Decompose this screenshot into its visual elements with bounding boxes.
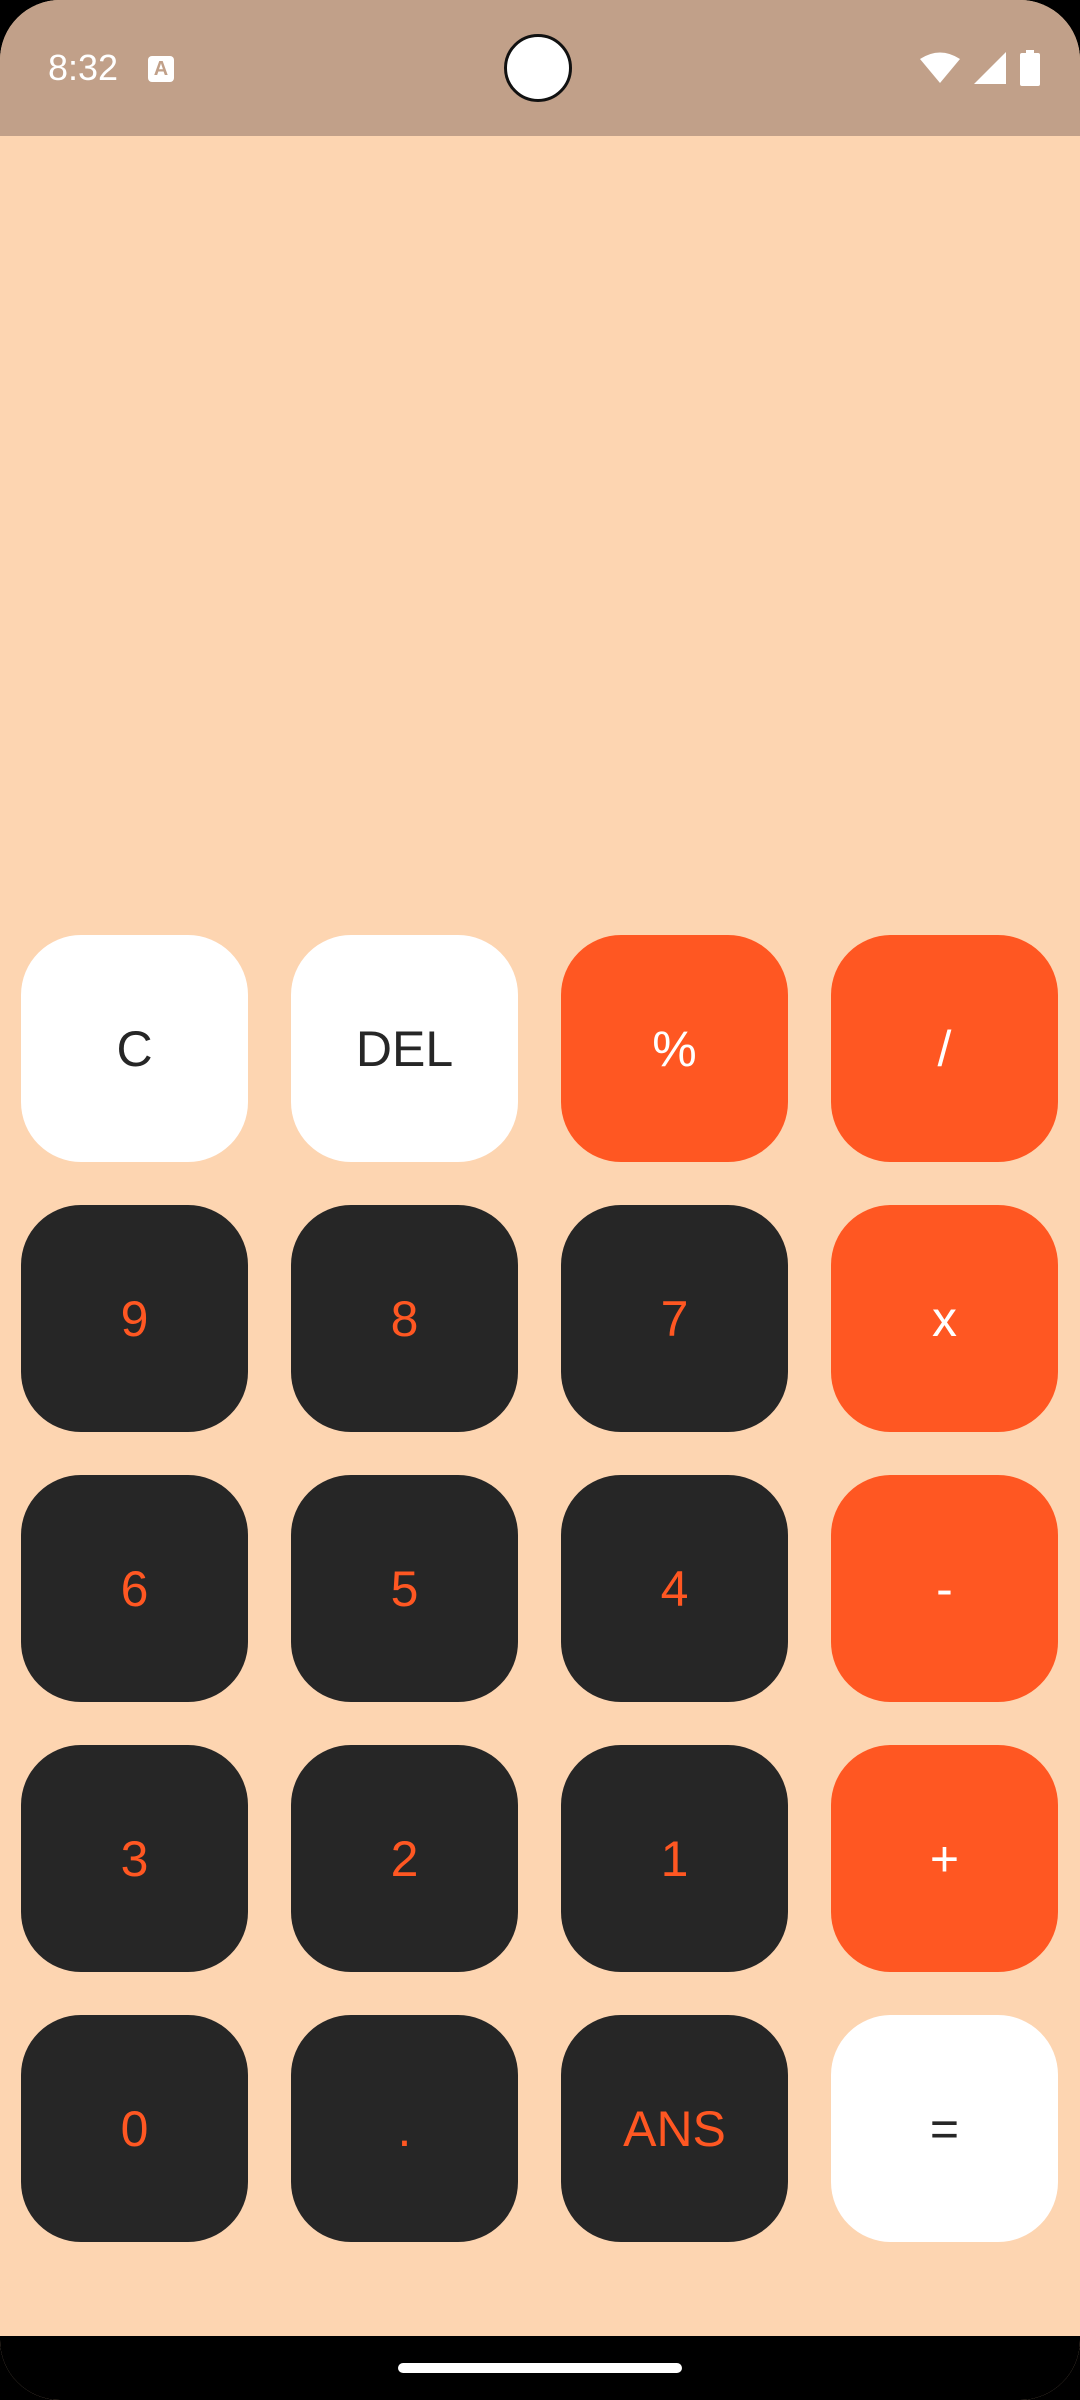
clear-button[interactable]: C	[21, 935, 248, 1162]
divide-button[interactable]: /	[831, 935, 1058, 1162]
decimal-button[interactable]: .	[291, 2015, 518, 2242]
battery-icon	[1020, 50, 1040, 86]
text-a-icon: A	[148, 56, 174, 82]
status-bar: 8:32 A	[0, 0, 1080, 136]
wifi-icon	[920, 52, 960, 83]
calculator-display	[0, 136, 1080, 926]
keypad: C DEL % / 9 8 7 x 6 5 4 - 3 2 1 + 0 . AN…	[21, 935, 1059, 2242]
calculator-screen: 8:32 A C DEL % / 9 8 7 x 6 5 4 - 3 2 1 +…	[0, 0, 1080, 2400]
equals-button[interactable]: =	[831, 2015, 1058, 2242]
cell-signal-icon	[974, 52, 1006, 84]
delete-button[interactable]: DEL	[291, 935, 518, 1162]
digit-2-button[interactable]: 2	[291, 1745, 518, 1972]
digit-6-button[interactable]: 6	[21, 1475, 248, 1702]
status-icons	[920, 48, 1040, 88]
digit-5-button[interactable]: 5	[291, 1475, 518, 1702]
camera-cutout	[504, 34, 572, 102]
multiply-button[interactable]: x	[831, 1205, 1058, 1432]
subtract-button[interactable]: -	[831, 1475, 1058, 1702]
home-gesture-handle[interactable]	[398, 2363, 682, 2373]
digit-7-button[interactable]: 7	[561, 1205, 788, 1432]
digit-9-button[interactable]: 9	[21, 1205, 248, 1432]
digit-3-button[interactable]: 3	[21, 1745, 248, 1972]
digit-0-button[interactable]: 0	[21, 2015, 248, 2242]
digit-1-button[interactable]: 1	[561, 1745, 788, 1972]
status-time: 8:32	[48, 47, 119, 88]
digit-4-button[interactable]: 4	[561, 1475, 788, 1702]
percent-button[interactable]: %	[561, 935, 788, 1162]
add-button[interactable]: +	[831, 1745, 1058, 1972]
digit-8-button[interactable]: 8	[291, 1205, 518, 1432]
answer-button[interactable]: ANS	[561, 2015, 788, 2242]
